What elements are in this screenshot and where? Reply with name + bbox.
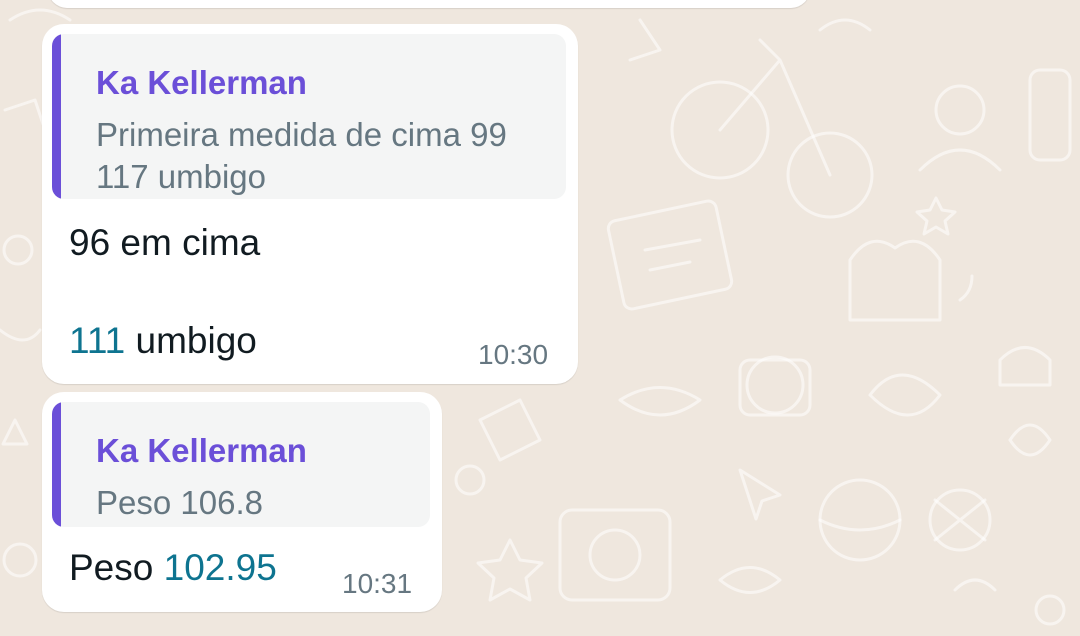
quote-author: Ka Kellerman bbox=[96, 432, 307, 469]
quoted-message[interactable]: Ka Kellerman Peso 106.8 bbox=[52, 402, 430, 527]
quote-accent-bar bbox=[52, 402, 61, 527]
message-text-line: Peso 102.95 bbox=[69, 547, 277, 589]
message-timestamp: 10:30 bbox=[478, 339, 549, 370]
message-text: umbigo bbox=[125, 320, 257, 361]
phone-number-link[interactable]: 102.95 bbox=[164, 547, 277, 588]
message-bubble[interactable]: Ka Kellerman Primeira medida de cima 99 … bbox=[42, 24, 578, 384]
message-text: Peso bbox=[69, 547, 164, 588]
quoted-message[interactable]: Ka Kellerman Primeira medida de cima 99 … bbox=[52, 34, 566, 199]
quote-text-line: Peso 106.8 bbox=[96, 484, 263, 521]
quote-text-line: Primeira medida de cima 99 bbox=[96, 116, 507, 153]
message-bubble[interactable]: Ka Kellerman Peso 106.8 Peso 102.95 10:3… bbox=[42, 392, 442, 612]
message-text-line: 96 em cima bbox=[69, 222, 261, 263]
quote-author: Ka Kellerman bbox=[96, 64, 307, 101]
message-timestamp: 10:31 bbox=[342, 568, 413, 599]
quote-accent-bar bbox=[52, 34, 61, 199]
previous-message-bubble[interactable] bbox=[48, 0, 810, 8]
quote-text-line: 117 umbigo bbox=[96, 158, 267, 195]
message-text-line: 111 umbigo bbox=[69, 320, 257, 362]
phone-number-link[interactable]: 111 bbox=[69, 320, 125, 361]
